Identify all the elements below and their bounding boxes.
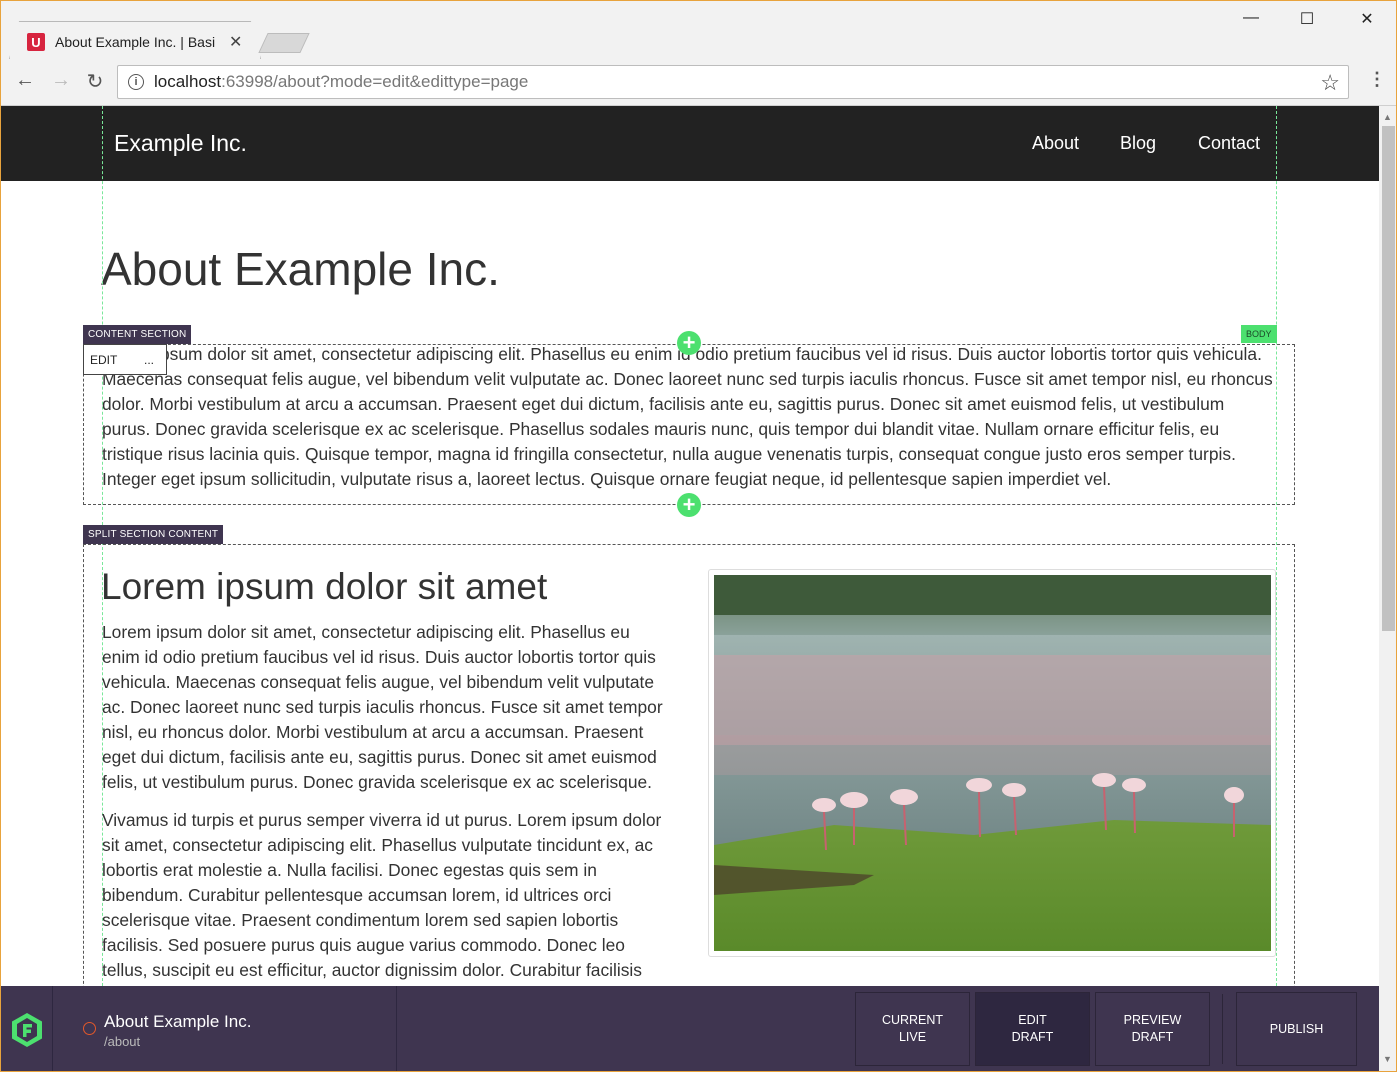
info-icon[interactable]: i [128, 74, 144, 90]
split-section-label[interactable]: SPLIT SECTION CONTENT [83, 525, 224, 544]
intro-paragraph: Lorem ipsum dolor sit amet, consectetur … [102, 344, 1273, 489]
window-close-icon[interactable]: ✕ [1347, 9, 1387, 29]
current-live-button[interactable]: CURRENT LIVE [855, 992, 970, 1066]
edit-button[interactable]: EDIT [90, 353, 117, 367]
page-viewport: Example Inc. About Blog Contact About Ex… [1, 106, 1379, 986]
bookmark-star-icon[interactable]: ☆ [1320, 70, 1340, 96]
browser-menu-icon[interactable]: ⋮ [1368, 69, 1386, 90]
tab-content[interactable]: U About Example Inc. | Basi ✕ [27, 27, 247, 57]
page-scrollbar[interactable]: ▲ ▼ [1379, 106, 1396, 1071]
nav-link-about[interactable]: About [1032, 133, 1079, 154]
split-paragraph-1: Lorem ipsum dolor sit amet, consectetur … [102, 622, 663, 792]
browser-window: U About Example Inc. | Basi ✕ — ☐ ✕ ← → … [0, 0, 1397, 1072]
nav-link-blog[interactable]: Blog [1120, 133, 1156, 154]
url-path: :63998/about?mode=edit&edittype=page [221, 72, 529, 91]
flamingo-image [708, 569, 1276, 957]
editor-bar-divider [1222, 994, 1223, 1064]
browser-toolbar: ← → ↻ i localhost:63998/about?mode=edit&… [1, 59, 1396, 106]
preview-draft-button[interactable]: PREVIEW DRAFT [1095, 992, 1210, 1066]
publish-button[interactable]: PUBLISH [1236, 992, 1357, 1066]
cms-editor-bar: About Example Inc. /about CURRENT LIVE E… [1, 986, 1379, 1071]
editor-page-path: /about [104, 1034, 141, 1049]
split-paragraph-2: Vivamus id turpis et purus semper viverr… [102, 810, 662, 980]
back-icon[interactable]: ← [13, 69, 37, 92]
scroll-thumb[interactable] [1382, 126, 1395, 631]
page-info-cell: About Example Inc. /about [53, 986, 397, 1071]
favicon-icon: U [27, 33, 45, 51]
tab-close-icon[interactable]: ✕ [229, 32, 242, 52]
scroll-up-icon[interactable]: ▲ [1383, 112, 1392, 122]
nav-link-contact[interactable]: Contact [1198, 133, 1260, 154]
reload-icon[interactable]: ↻ [83, 69, 107, 94]
new-tab-button[interactable] [258, 33, 310, 53]
cms-logo-cell[interactable] [1, 986, 53, 1071]
maximize-icon[interactable]: ☐ [1287, 9, 1327, 29]
tab-strip: U About Example Inc. | Basi ✕ — ☐ ✕ [1, 1, 1396, 59]
editor-page-name: About Example Inc. [104, 1012, 252, 1031]
add-section-above-icon[interactable]: + [677, 331, 701, 355]
site-brand[interactable]: Example Inc. [114, 130, 247, 157]
scroll-down-icon[interactable]: ▼ [1383, 1054, 1392, 1064]
page-title: About Example Inc. [101, 243, 500, 295]
forward-icon[interactable]: → [49, 69, 73, 92]
more-options-button[interactable]: ... [144, 353, 154, 367]
edit-draft-button[interactable]: EDIT DRAFT [975, 992, 1090, 1066]
site-navbar: Example Inc. About Blog Contact [1, 106, 1379, 181]
tab-title: About Example Inc. | Basi [55, 34, 216, 50]
body-label[interactable]: BODY [1241, 325, 1277, 343]
draft-status-icon [83, 1022, 96, 1035]
address-bar[interactable]: i localhost:63998/about?mode=edit&editty… [117, 65, 1349, 99]
flamingo-photo [714, 575, 1271, 951]
minimize-icon[interactable]: — [1231, 9, 1271, 27]
url-host: localhost [154, 72, 222, 91]
cms-logo-icon [11, 1012, 42, 1047]
add-section-below-icon[interactable]: + [677, 493, 701, 517]
split-heading: Lorem ipsum dolor sit amet [101, 566, 548, 607]
section-edit-menu[interactable]: EDIT ... [83, 344, 167, 375]
